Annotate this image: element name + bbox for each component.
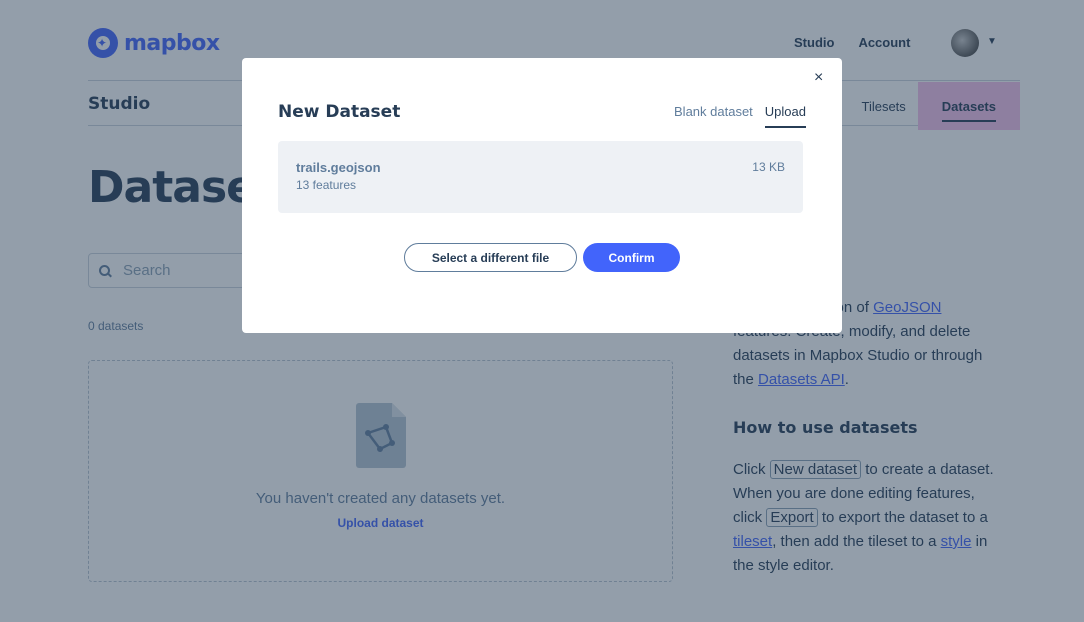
confirm-button[interactable]: Confirm xyxy=(583,243,680,272)
tab-upload[interactable]: Upload xyxy=(764,104,806,128)
file-feature-count: 13 features xyxy=(296,178,357,192)
file-size: 13 KB xyxy=(752,160,785,174)
tab-blank-dataset[interactable]: Blank dataset xyxy=(674,104,753,128)
selected-file-card: trails.geojson 13 features 13 KB xyxy=(278,141,803,213)
select-different-file-button[interactable]: Select a different file xyxy=(404,243,577,272)
new-dataset-modal: × New Dataset Blank dataset Upload trail… xyxy=(242,58,842,333)
file-name: trails.geojson xyxy=(296,160,381,175)
modal-tabs: Blank dataset Upload xyxy=(674,104,806,128)
modal-title: New Dataset xyxy=(278,102,401,122)
close-icon[interactable]: × xyxy=(814,70,823,86)
